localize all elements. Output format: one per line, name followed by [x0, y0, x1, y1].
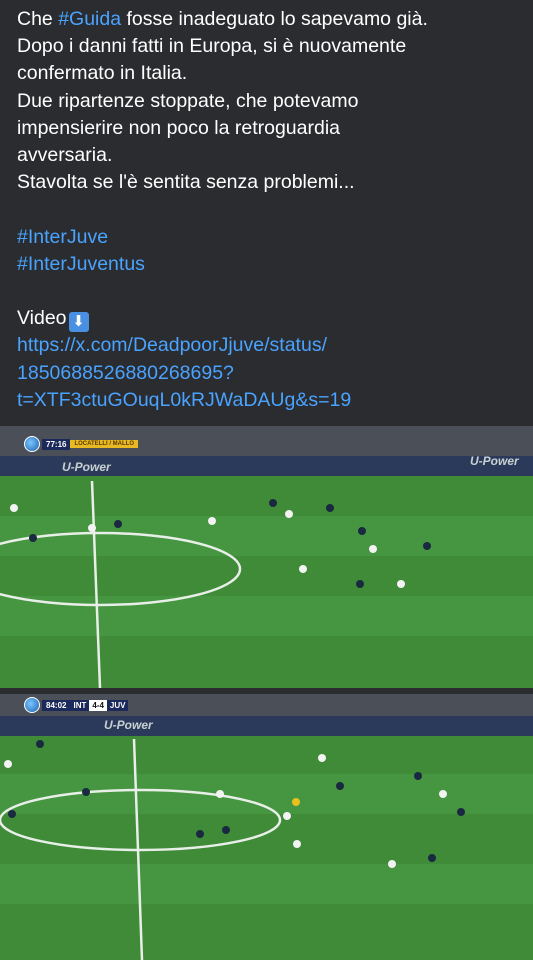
down-arrow-icon: ⬇ [68, 312, 89, 333]
ad-board [0, 716, 533, 736]
post-line-1-suffix: fosse inadeguato lo sapevamo già. [121, 8, 428, 30]
match-clock: 77:16 [42, 438, 71, 450]
ad-board-text-right: U-Power [470, 454, 519, 468]
video-link-line-1[interactable]: https://x.com/DeadpoorJjuve/status/ [17, 332, 523, 359]
hashtag-interjuve-link[interactable]: #InterJuve [17, 224, 523, 251]
match-score: 4-4 [89, 699, 107, 711]
grass-stripe [0, 516, 533, 556]
serie-a-logo-icon [24, 697, 40, 713]
grass-stripe [0, 864, 533, 904]
away-team: JUV [106, 699, 129, 711]
ad-board-text: U-Power [104, 718, 153, 732]
player-caption: LOCATELLI / MALLO [70, 440, 139, 448]
hashtag-guida-link[interactable]: #Guida [58, 8, 121, 30]
hashtag-interjuventus-link[interactable]: #InterJuventus [17, 251, 523, 278]
match-frame-2[interactable]: 84:02 INT 4-4 JUV U-Power [0, 694, 533, 960]
video-label-line: Video ⬇ [17, 305, 523, 333]
post-line-1-prefix: Che [17, 8, 59, 30]
post-line-6: avversaria. [17, 144, 113, 167]
grass [0, 476, 533, 688]
video-label: Video [17, 307, 67, 330]
match-frame-1[interactable]: 77:16 LOCATELLI / MALLO U-Power U-Power [0, 426, 533, 688]
video-link-line-3[interactable]: t=XTF3ctuGOuqL0kRJWaDAUg&s=19 [17, 387, 523, 414]
post-line-3: confermato in Italia. [17, 62, 188, 85]
match-clock: 84:02 [42, 699, 71, 711]
post-line-7: Stavolta se l'è sentita senza problemi..… [17, 171, 355, 194]
ad-board-text: U-Power [62, 460, 111, 474]
scorebug: 77:16 LOCATELLI / MALLO [24, 436, 139, 452]
post-line-5: impensierire non poco la retroguardia [17, 116, 341, 139]
home-team: INT [70, 699, 90, 711]
post-line-4: Due ripartenze stoppate, che potevamo [17, 89, 359, 112]
pitch-2 [0, 694, 533, 960]
scorebug: 84:02 INT 4-4 JUV [24, 697, 129, 713]
post-line-2: Dopo i danni fatti in Europa, si è nuova… [17, 35, 407, 58]
grass-stripe [0, 596, 533, 636]
post-line-1: Che #Guida fosse inadeguato lo sapevamo … [17, 6, 523, 33]
post-text: Che #Guida fosse inadeguato lo sapevamo … [17, 6, 523, 414]
video-link-line-2[interactable]: 1850688526880268695? [17, 360, 523, 387]
serie-a-logo-icon [24, 436, 40, 452]
